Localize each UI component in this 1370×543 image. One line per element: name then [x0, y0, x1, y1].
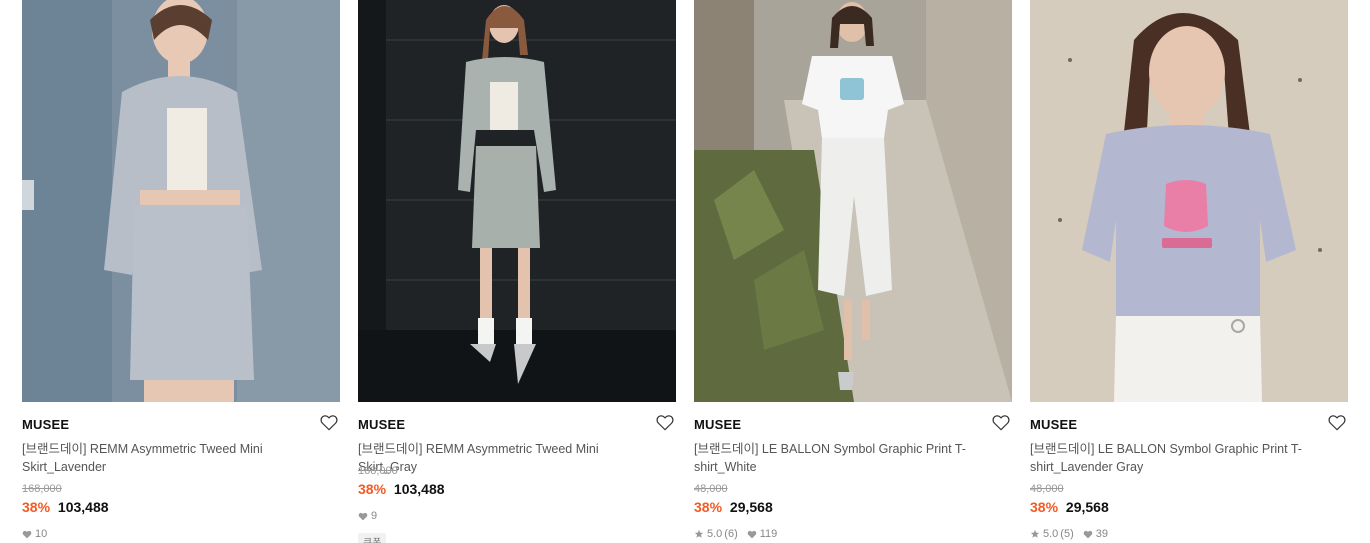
heart-filled-icon [358, 512, 368, 520]
product-card[interactable]: MUSEE [브랜드데이] LE BALLON Symbol Graphic P… [694, 0, 1012, 543]
product-image[interactable] [1030, 0, 1348, 402]
price-row: 38% 103,488 [22, 499, 109, 515]
sale-price: 29,568 [729, 499, 773, 515]
brand-name[interactable]: MUSEE [694, 417, 741, 432]
product-card[interactable]: MUSEE [브랜드데이] REMM Asymmetric Tweed Mini… [22, 0, 340, 543]
coupon-badge: 쿠폰 [358, 533, 387, 543]
product-title[interactable]: [브랜드데이] LE BALLON Symbol Graphic Print T… [1030, 440, 1330, 476]
brand-name[interactable]: MUSEE [1030, 417, 1077, 432]
brand-name[interactable]: MUSEE [22, 417, 69, 432]
product-grid: MUSEE [브랜드데이] REMM Asymmetric Tweed Mini… [22, 0, 1348, 543]
product-meta: 9 [358, 510, 377, 522]
product-title[interactable]: [브랜드데이] REMM Asymmetric Tweed Mini Skirt… [358, 440, 658, 476]
like-count: 10 [35, 528, 48, 540]
price-row: 38% 29,568 [1030, 499, 1109, 515]
heart-outline-icon[interactable] [992, 414, 1010, 431]
heart-filled-icon [1083, 530, 1093, 538]
rating-value: 5.0 [1043, 528, 1059, 540]
discount-rate: 38% [1030, 499, 1059, 515]
product-card[interactable]: MUSEE [브랜드데이] REMM Asymmetric Tweed Mini… [358, 0, 676, 543]
product-meta: 10 [22, 528, 47, 540]
heart-outline-icon[interactable] [320, 414, 338, 431]
product-title[interactable]: [브랜드데이] LE BALLON Symbol Graphic Print T… [694, 440, 994, 476]
discount-rate: 38% [694, 499, 723, 515]
product-image[interactable] [22, 0, 340, 402]
product-image[interactable] [358, 0, 676, 402]
like-count: 119 [759, 528, 778, 540]
review-count: (5) [1060, 528, 1074, 540]
price-row: 38% 103,488 [358, 481, 445, 497]
sale-price: 29,568 [1065, 499, 1109, 515]
original-price: 48,000 [694, 483, 728, 495]
product-card[interactable]: MUSEE [브랜드데이] LE BALLON Symbol Graphic P… [1030, 0, 1348, 543]
original-price: 48,000 [1030, 483, 1064, 495]
brand-name[interactable]: MUSEE [358, 417, 405, 432]
product-title[interactable]: [브랜드데이] REMM Asymmetric Tweed Mini Skirt… [22, 440, 322, 476]
discount-rate: 38% [358, 481, 387, 497]
discount-rate: 38% [22, 499, 51, 515]
product-meta: 5.0 (6) 119 [694, 528, 777, 540]
like-count: 39 [1095, 528, 1108, 540]
price-row: 38% 29,568 [694, 499, 773, 515]
original-price: 168,000 [358, 465, 398, 477]
product-image[interactable] [694, 0, 1012, 402]
sale-price: 103,488 [57, 499, 109, 515]
like-count: 9 [371, 510, 378, 522]
star-icon [1030, 529, 1040, 538]
heart-filled-icon [747, 530, 757, 538]
original-price: 168,000 [22, 483, 62, 495]
rating-value: 5.0 [707, 528, 723, 540]
heart-outline-icon[interactable] [1328, 414, 1346, 431]
sale-price: 103,488 [393, 481, 445, 497]
heart-outline-icon[interactable] [656, 414, 674, 431]
review-count: (6) [724, 528, 738, 540]
heart-filled-icon [22, 530, 32, 538]
star-icon [694, 529, 704, 538]
product-meta: 5.0 (5) 39 [1030, 528, 1108, 540]
